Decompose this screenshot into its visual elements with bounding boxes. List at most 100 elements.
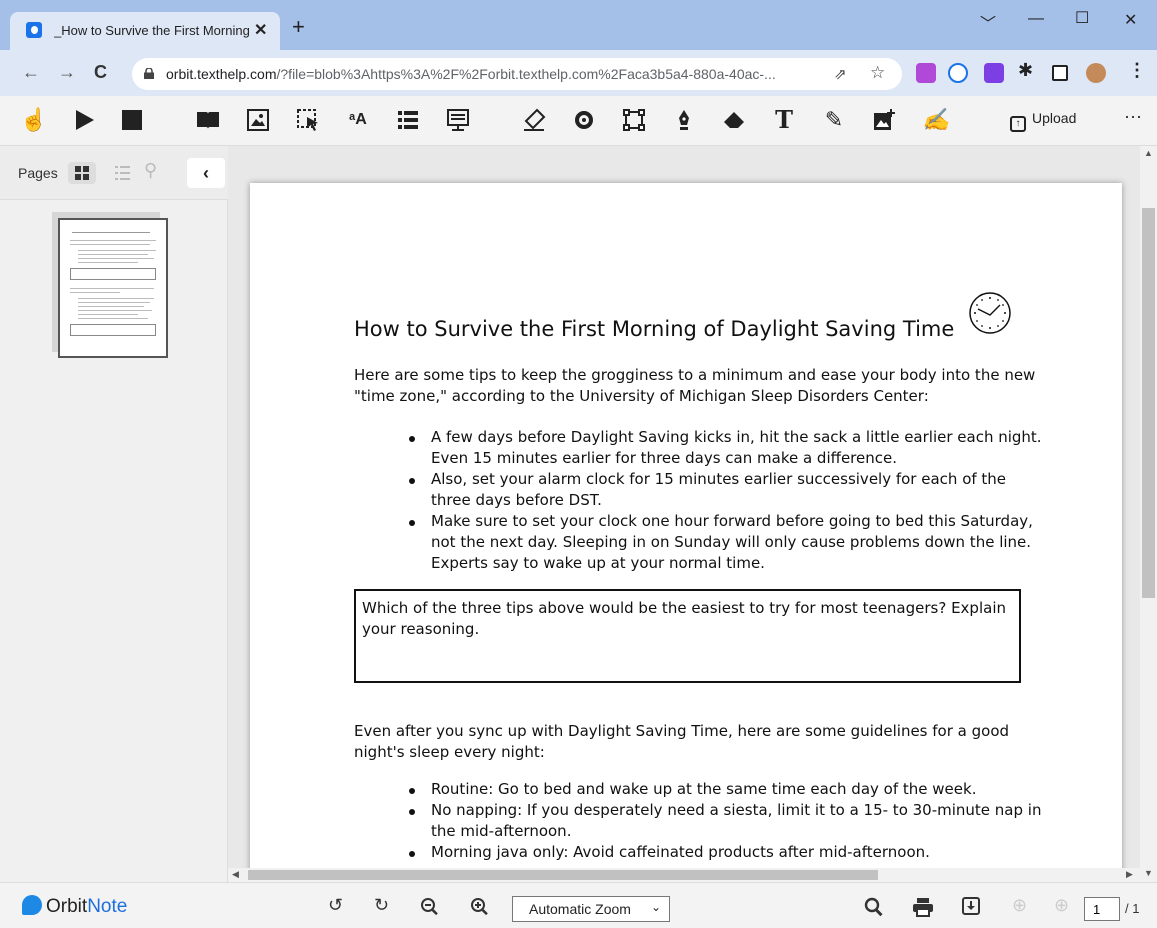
stop-icon[interactable]: [120, 108, 144, 132]
extensions-menu-icon[interactable]: ✱: [1018, 60, 1033, 81]
purple-extension-icon[interactable]: [984, 63, 1004, 83]
side-panel-icon[interactable]: [1052, 65, 1068, 81]
zoom-in-icon[interactable]: [470, 897, 490, 917]
pages-sidebar: Pages ⚲ ‹: [0, 146, 228, 882]
chevron-down-icon: ⌄: [650, 900, 661, 914]
rotate-clockwise-icon[interactable]: ↻: [374, 895, 389, 916]
tip-line: Make sure to set your clock one hour for…: [431, 512, 1033, 530]
dictionary-book-icon[interactable]: [196, 108, 220, 132]
brand-suffix: Note: [87, 896, 128, 917]
forward-arrow-icon[interactable]: →: [58, 62, 76, 83]
shape-rectangle-icon[interactable]: [622, 108, 646, 132]
next-page-icon[interactable]: ⊕: [1054, 895, 1069, 916]
horizontal-scroll-thumb[interactable]: [248, 870, 878, 880]
url-text: orbit.texthelp.com/?file=blob%3Ahttps%3A…: [166, 66, 776, 82]
thumb-line: [70, 288, 154, 289]
bullet: [409, 436, 415, 442]
bookmark-star-icon[interactable]: ☆: [870, 63, 885, 83]
orbitnote-extension-icon[interactable]: [948, 63, 968, 83]
pin-icon[interactable]: ✎: [822, 108, 846, 132]
thumb-question-box: [70, 324, 156, 336]
question-answer-box[interactable]: Which of the three tips above would be t…: [354, 589, 1021, 683]
vertical-scroll-thumb[interactable]: [1142, 208, 1155, 598]
highlighter-icon[interactable]: [522, 108, 546, 132]
signature-icon[interactable]: ✍: [922, 108, 949, 132]
intro-paragraph-line: Here are some tips to keep the groggines…: [354, 366, 1036, 384]
search-icon[interactable]: [864, 897, 884, 917]
bottom-toolbar: OrbitNote ↺ ↻ Automatic Zoom ⌄ ⊕ ⊕ 1 / 1: [0, 882, 1157, 928]
list-icon[interactable]: [396, 108, 420, 132]
url-omnibox[interactable]: orbit.texthelp.com/?file=blob%3Ahttps%3A…: [132, 58, 902, 90]
thumb-line: [70, 244, 150, 245]
upload-button[interactable]: ↑ Upload: [1010, 110, 1076, 132]
picture-dictionary-icon[interactable]: [246, 108, 270, 132]
more-options-button[interactable]: ···: [1124, 106, 1142, 127]
page-number-input[interactable]: 1: [1084, 897, 1120, 921]
print-icon[interactable]: [912, 897, 934, 917]
bullet: [409, 520, 415, 526]
browser-title-bar: _How to Survive the First Morning of Day…: [0, 0, 1157, 50]
share-icon[interactable]: ⇗: [834, 65, 847, 83]
tip-line: Also, set your alarm clock for 15 minute…: [431, 470, 1007, 488]
thumbnail-view-icon[interactable]: [68, 162, 96, 184]
close-window-icon[interactable]: ✕: [1124, 10, 1137, 30]
tip-line: A few days before Daylight Saving kicks …: [431, 428, 1042, 446]
thumb-line: [78, 314, 138, 315]
thumb-line: [78, 250, 156, 251]
screen-mask-select-icon[interactable]: [296, 108, 320, 132]
thumb-line: [78, 318, 148, 319]
download-icon[interactable]: [962, 897, 980, 915]
browser-tab[interactable]: _How to Survive the First Morning of Day…: [10, 12, 280, 50]
text-tool-icon[interactable]: T: [772, 108, 796, 132]
zoom-value: Automatic Zoom: [529, 901, 631, 917]
profile-avatar[interactable]: [1086, 63, 1106, 83]
close-tab-icon[interactable]: ✕: [254, 20, 267, 40]
tip-line: three days before DST.: [431, 491, 602, 509]
question-line: Which of the three tips above would be t…: [362, 599, 1006, 617]
outline-view-icon[interactable]: [108, 162, 136, 184]
guideline-line: the mid-afternoon.: [431, 822, 572, 840]
extension-puzzle-icon[interactable]: [916, 63, 936, 83]
url-host: orbit.texthelp.com: [166, 66, 277, 82]
scroll-down-arrow-icon[interactable]: ▼: [1144, 868, 1153, 878]
tip-line: Experts say to wake up at your normal ti…: [431, 554, 765, 572]
shape-recognize-icon[interactable]: [572, 108, 596, 132]
bullet: [409, 851, 415, 857]
previous-page-icon[interactable]: ⊕: [1012, 895, 1027, 916]
upload-label: Upload: [1032, 110, 1077, 126]
new-tab-button[interactable]: +: [292, 14, 305, 40]
zoom-select[interactable]: Automatic Zoom ⌄: [512, 896, 670, 922]
thumb-line: [78, 306, 144, 307]
scroll-left-arrow-icon[interactable]: ◀: [232, 869, 239, 880]
pen-icon[interactable]: [672, 108, 696, 132]
minimize-window-icon[interactable]: —: [1028, 10, 1044, 28]
guideline-line: No napping: If you desperately need a si…: [431, 801, 1042, 819]
scroll-up-arrow-icon[interactable]: ▲: [1144, 148, 1153, 158]
eraser-icon[interactable]: [722, 108, 746, 132]
presentation-icon[interactable]: [446, 108, 470, 132]
bullet: [409, 809, 415, 815]
hand-pointer-icon[interactable]: ☝: [20, 108, 47, 132]
back-arrow-icon[interactable]: ←: [22, 62, 40, 83]
maximize-window-icon[interactable]: ☐: [1075, 8, 1089, 28]
bullet: [409, 478, 415, 484]
bullet: [409, 788, 415, 794]
translate-icon[interactable]: ᵃA: [346, 108, 370, 132]
reload-icon[interactable]: C: [94, 62, 107, 83]
scroll-right-arrow-icon[interactable]: ▶: [1126, 869, 1133, 880]
url-path: /?file=blob%3Ahttps%3A%2F%2Forbit.texthe…: [276, 66, 776, 82]
thumb-line: [72, 232, 150, 233]
orbitnote-favicon-icon: [26, 22, 42, 38]
collapse-sidebar-button[interactable]: ‹: [187, 158, 225, 188]
orbitnote-toolbar: ☝ ᵃA T ✎ ✍ ↑ Upload ···: [0, 96, 1157, 146]
rotate-counterclockwise-icon[interactable]: ↺: [328, 895, 343, 916]
orbitnote-logo: OrbitNote: [22, 895, 127, 918]
thumb-line: [78, 258, 154, 259]
add-image-icon[interactable]: [872, 108, 896, 132]
tab-search-chevron-icon[interactable]: ﹀: [980, 10, 996, 34]
page-1-thumbnail[interactable]: [58, 218, 168, 358]
play-icon[interactable]: [72, 108, 96, 132]
attachments-paperclip-icon[interactable]: ⚲: [144, 160, 172, 182]
zoom-out-icon[interactable]: [420, 897, 440, 917]
chrome-menu-icon[interactable]: ⋮: [1128, 60, 1146, 81]
